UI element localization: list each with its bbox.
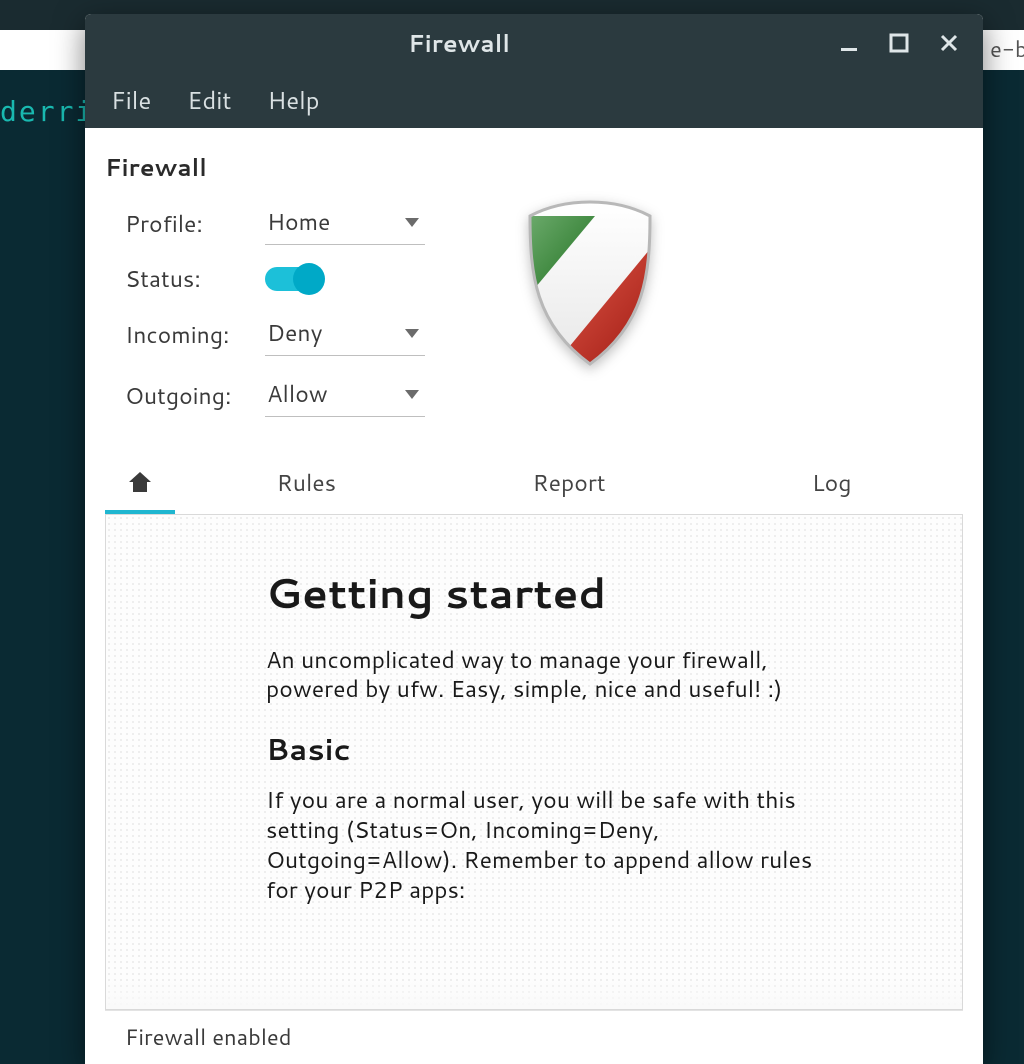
tab-rules[interactable]: Rules — [175, 457, 438, 514]
menu-file[interactable]: File — [93, 77, 169, 123]
content-fade — [106, 979, 962, 1009]
chevron-down-icon — [405, 390, 419, 399]
menu-edit[interactable]: Edit — [169, 77, 249, 123]
chevron-down-icon — [405, 218, 419, 227]
window-body: Firewall Profile: Home Status: Incoming:… — [85, 128, 983, 1064]
status-text: Firewall enabled — [125, 1022, 292, 1053]
incoming-dropdown[interactable]: Deny — [265, 313, 425, 356]
tab-report[interactable]: Report — [438, 457, 701, 514]
chevron-down-icon — [405, 329, 419, 338]
menubar: File Edit Help — [85, 72, 983, 128]
minimize-button[interactable] — [833, 27, 865, 59]
incoming-value: Deny — [267, 317, 323, 349]
home-icon — [127, 470, 153, 494]
shield-icon — [515, 194, 665, 380]
tab-bar: Rules Report Log — [105, 457, 963, 514]
maximize-button[interactable] — [883, 27, 915, 59]
outgoing-label: Outgoing: — [125, 380, 265, 412]
content-heading: Getting started — [266, 565, 826, 620]
status-label: Status: — [125, 263, 265, 295]
profile-label: Profile: — [125, 208, 265, 240]
tab-home[interactable] — [105, 457, 175, 514]
window-title: Firewall — [103, 26, 815, 60]
firewall-window: Firewall File Edit Help Firewall Profile… — [85, 14, 983, 1064]
menu-help[interactable]: Help — [249, 77, 337, 123]
outgoing-dropdown[interactable]: Allow — [265, 374, 425, 417]
status-bar: Firewall enabled — [105, 1010, 963, 1064]
content-basic-text: If you are a normal user, you will be sa… — [266, 786, 826, 906]
page-title: Firewall — [105, 150, 963, 184]
content-intro: An uncomplicated way to manage your fire… — [266, 646, 826, 706]
background-terminal-text: derri — [0, 95, 94, 128]
profile-dropdown[interactable]: Home — [265, 202, 425, 245]
profile-value: Home — [267, 206, 330, 238]
toggle-knob — [293, 263, 325, 295]
content-panel: Getting started An uncomplicated way to … — [105, 514, 963, 1010]
tab-log[interactable]: Log — [700, 457, 963, 514]
content-subheading: Basic — [266, 729, 826, 768]
close-button[interactable] — [933, 27, 965, 59]
window-titlebar[interactable]: Firewall — [85, 14, 983, 72]
outgoing-value: Allow — [267, 378, 328, 410]
settings-grid: Profile: Home Status: Incoming: Deny Out… — [125, 202, 425, 417]
status-toggle[interactable] — [265, 267, 323, 291]
incoming-label: Incoming: — [125, 319, 265, 351]
